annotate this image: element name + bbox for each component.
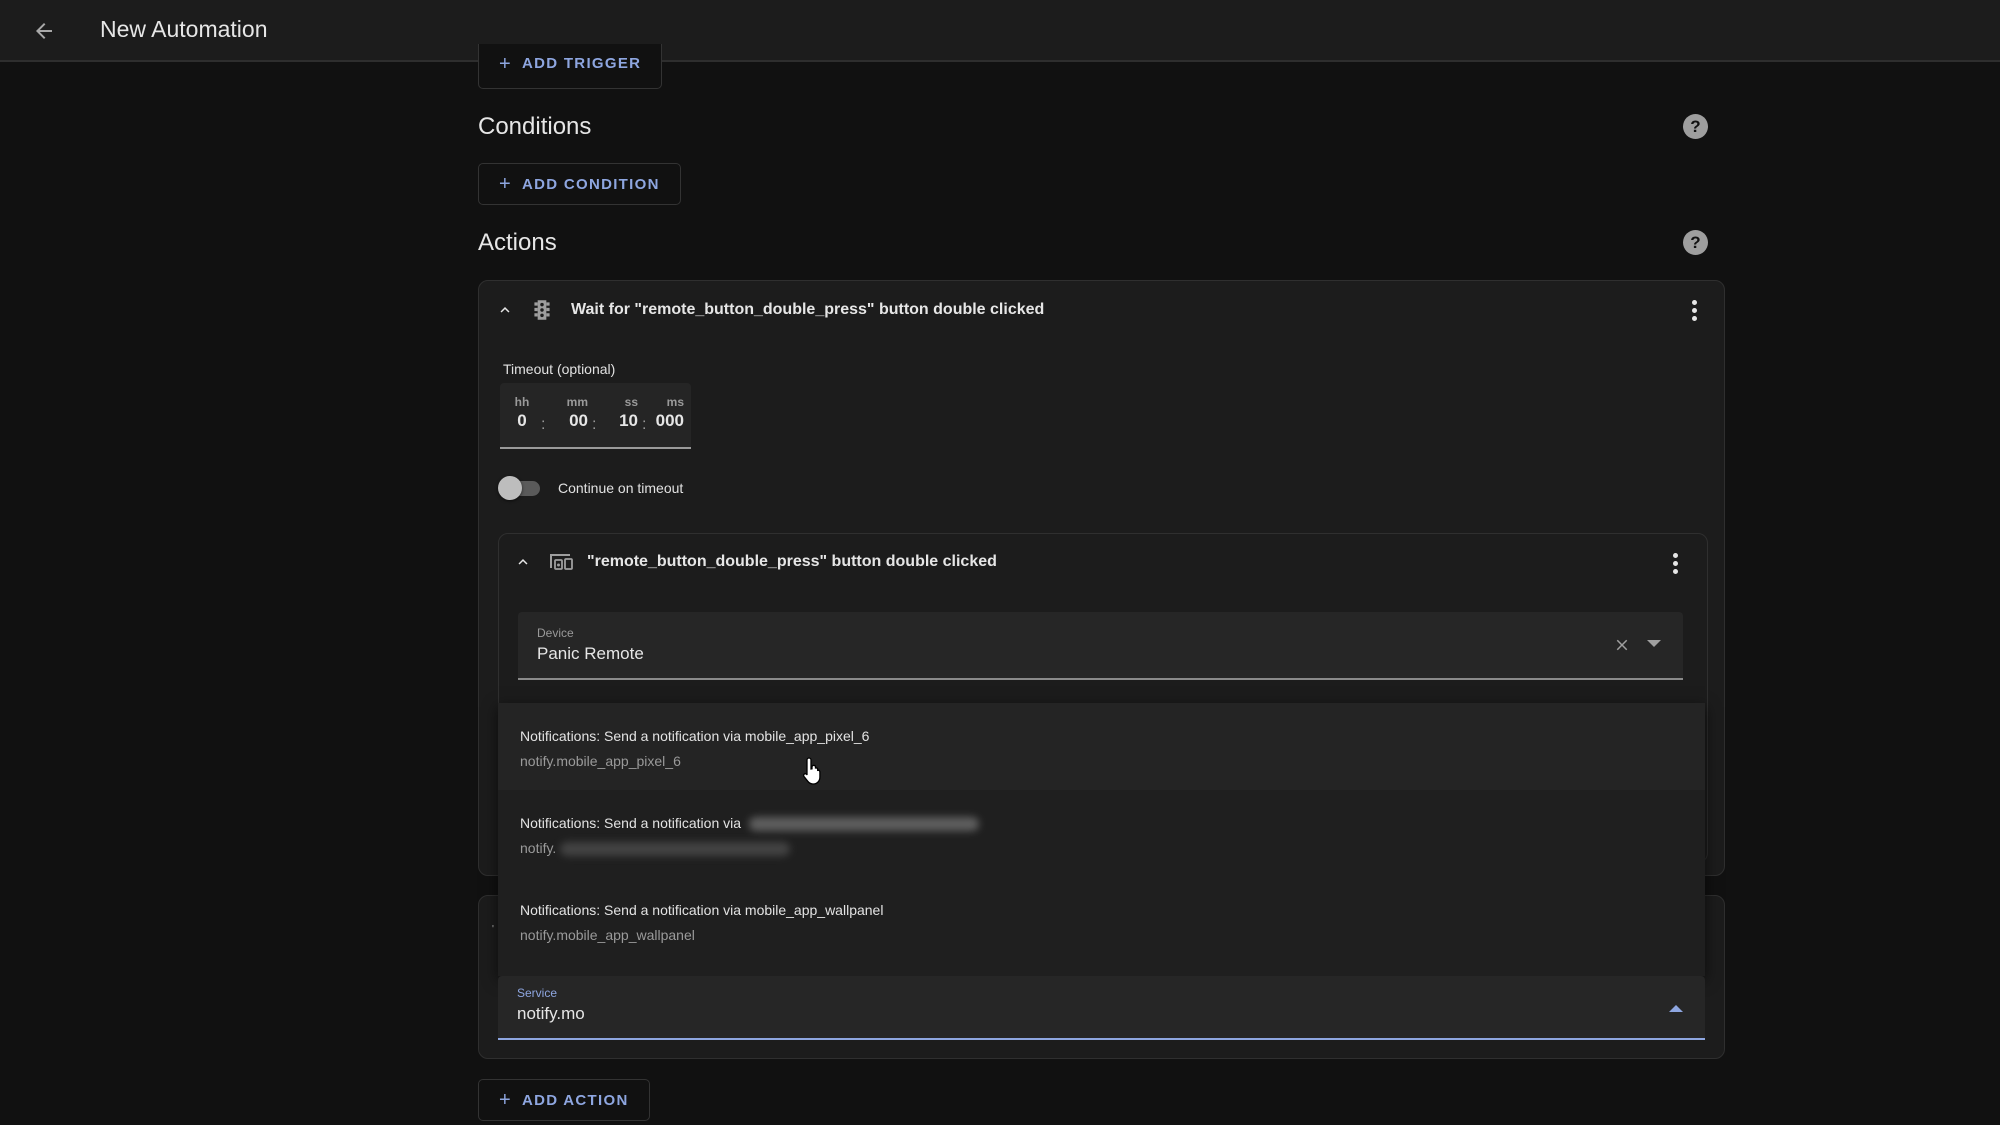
add-action-label: ADD ACTION xyxy=(521,1091,629,1109)
service-field-value: notify.mo xyxy=(517,1004,585,1023)
seconds-value[interactable]: 10 xyxy=(602,411,638,431)
app-bar: New Automation xyxy=(0,0,2000,62)
suggestion-secondary: notify.mobile_app_wallpanel xyxy=(520,927,695,943)
continue-on-timeout-toggle[interactable] xyxy=(498,475,542,501)
timeout-duration-input[interactable]: hh 0 : mm 00 : ss 10 : ms 000 xyxy=(500,383,691,449)
wait-card-title: Wait for "remote_button_double_press" bu… xyxy=(571,301,1045,318)
wait-card-header[interactable]: Wait for "remote_button_double_press" bu… xyxy=(493,297,1044,323)
suggestion-primary: Notifications: Send a notification via xyxy=(520,815,979,832)
device-trigger-title: "remote_button_double_press" button doub… xyxy=(587,553,997,570)
minutes-value[interactable]: 00 xyxy=(552,411,588,431)
plus-icon: + xyxy=(499,53,512,75)
device-trigger-menu-icon[interactable] xyxy=(1663,549,1687,577)
milliseconds-unit: ms xyxy=(666,395,684,409)
redacted-text xyxy=(560,842,791,857)
conditions-help-icon[interactable]: ? xyxy=(1683,114,1708,139)
add-condition-button[interactable]: + ADD CONDITION xyxy=(478,163,681,205)
add-trigger-label: ADD TRIGGER xyxy=(521,55,642,72)
plus-icon: + xyxy=(499,1088,512,1111)
device-trigger-header[interactable]: "remote_button_double_press" button doub… xyxy=(511,550,997,574)
minutes-unit: mm xyxy=(566,395,588,409)
suggestion-secondary: notify. xyxy=(520,840,791,857)
device-select[interactable]: Device Panic Remote xyxy=(518,612,1683,680)
wait-card-menu-icon[interactable] xyxy=(1682,296,1706,324)
milliseconds-value[interactable]: 000 xyxy=(648,411,684,431)
service-field-label: Service xyxy=(517,986,558,1000)
hand-cursor-icon xyxy=(802,757,821,785)
suggestion-item[interactable]: Notifications: Send a notification via m… xyxy=(498,703,1705,790)
separator: : xyxy=(592,416,597,433)
suggestion-secondary-text: notify. xyxy=(520,840,557,856)
chevron-up-icon[interactable] xyxy=(511,550,535,574)
separator: : xyxy=(541,416,546,433)
clear-icon[interactable] xyxy=(1613,636,1631,654)
chevron-up-icon[interactable] xyxy=(493,298,517,322)
suggestion-item[interactable]: Notifications: Send a notification via m… xyxy=(498,877,1705,964)
suggestion-primary: Notifications: Send a notification via m… xyxy=(520,902,884,918)
conditions-heading: Conditions xyxy=(478,113,592,140)
actions-heading: Actions xyxy=(478,229,557,256)
device-field-label: Device xyxy=(537,626,574,640)
service-suggestions-list: Notifications: Send a notification via m… xyxy=(498,703,1705,976)
devices-icon xyxy=(550,554,573,570)
suggestion-primary: Notifications: Send a notification via m… xyxy=(520,728,870,744)
service-input[interactable]: Service notify.mo xyxy=(498,976,1705,1040)
seconds-unit: ss xyxy=(624,395,638,409)
suggestion-primary-text: Notifications: Send a notification via xyxy=(520,815,742,831)
dropdown-arrow-up-icon[interactable] xyxy=(1669,1004,1683,1012)
add-trigger-button[interactable]: + ADD TRIGGER xyxy=(478,44,663,89)
hours-unit: hh xyxy=(514,395,530,409)
arrow-left-icon xyxy=(36,23,52,39)
suggestion-item[interactable]: Notifications: Send a notification via n… xyxy=(498,790,1705,877)
separator: : xyxy=(642,416,647,433)
device-field-value: Panic Remote xyxy=(537,644,644,663)
redacted-text xyxy=(748,817,979,832)
dropdown-arrow-icon[interactable] xyxy=(1647,640,1661,648)
add-action-button[interactable]: + ADD ACTION xyxy=(478,1079,650,1121)
plus-icon: + xyxy=(499,172,512,195)
continue-on-timeout-label: Continue on timeout xyxy=(558,480,684,496)
add-condition-label: ADD CONDITION xyxy=(521,175,660,193)
traffic-light-icon xyxy=(534,300,550,320)
page-title: New Automation xyxy=(100,16,268,42)
partial-text: ' xyxy=(492,924,494,935)
actions-help-icon[interactable]: ? xyxy=(1683,230,1708,255)
back-button[interactable] xyxy=(26,13,62,49)
suggestion-secondary: notify.mobile_app_pixel_6 xyxy=(520,753,681,769)
timeout-label: Timeout (optional) xyxy=(503,361,616,377)
hours-value[interactable]: 0 xyxy=(508,411,536,431)
